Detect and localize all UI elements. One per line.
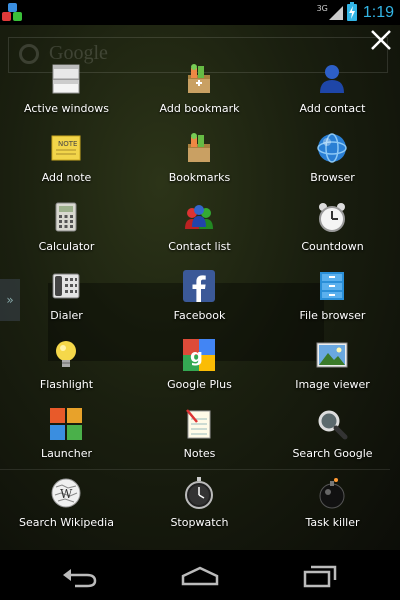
app-image-viewer[interactable]: Image viewer xyxy=(266,335,399,404)
app-add-bookmark[interactable]: Add bookmark xyxy=(133,59,266,128)
notepad-icon xyxy=(186,409,211,439)
windows-icon xyxy=(52,64,80,94)
app-label: Google Plus xyxy=(167,378,232,391)
google-plus-icon: g xyxy=(183,339,215,371)
app-grid: Active windows Add bookmark Add contact xyxy=(0,25,400,550)
app-flashlight[interactable]: Flashlight xyxy=(0,335,133,404)
network-type-label: 3G xyxy=(316,4,328,13)
app-label: Notes xyxy=(183,447,216,460)
signal-icon xyxy=(328,5,343,20)
app-label: Contact list xyxy=(168,240,231,253)
magnifier-icon xyxy=(318,410,348,440)
app-active-windows[interactable]: Active windows xyxy=(0,59,133,128)
app-label: Search Google xyxy=(292,447,373,460)
app-contact-list[interactable]: Contact list xyxy=(133,197,266,266)
app-countdown[interactable]: Countdown xyxy=(266,197,399,266)
app-file-browser[interactable]: File browser xyxy=(266,266,399,335)
app-dialer[interactable]: Dialer xyxy=(0,266,133,335)
app-add-contact[interactable]: Add contact xyxy=(266,59,399,128)
app-search-wikipedia[interactable]: W Search Wikipedia xyxy=(0,473,133,542)
app-notes[interactable]: Notes xyxy=(133,404,266,473)
globe-icon xyxy=(317,133,347,163)
app-label: Active windows xyxy=(24,102,109,115)
svg-text:NOTE: NOTE xyxy=(58,140,77,148)
app-label: Dialer xyxy=(50,309,83,322)
app-facebook[interactable]: Facebook xyxy=(133,266,266,335)
contacts-icon xyxy=(185,205,213,229)
back-button[interactable] xyxy=(55,558,105,592)
app-bookmarks[interactable]: Bookmarks xyxy=(133,128,266,197)
app-label: Countdown xyxy=(301,240,364,253)
app-label: Calculator xyxy=(38,240,95,253)
facebook-icon xyxy=(183,270,215,302)
app-label: Browser xyxy=(310,171,355,184)
app-calculator[interactable]: Calculator xyxy=(0,197,133,266)
app-label: Flashlight xyxy=(39,378,94,391)
app-task-killer[interactable]: Task killer xyxy=(266,473,399,542)
wikipedia-icon: W xyxy=(51,478,81,508)
app-label: Search Wikipedia xyxy=(19,516,114,529)
app-add-note[interactable]: NOTE Add note xyxy=(0,128,133,197)
file-cabinet-icon xyxy=(320,272,344,300)
app-picker-overlay: Google » Active windows Add bookmark Add… xyxy=(0,25,400,550)
add-bookmark-icon xyxy=(188,64,210,93)
bomb-icon xyxy=(319,478,345,509)
launcher-icon xyxy=(50,408,82,440)
status-time: 1:19 xyxy=(362,3,394,21)
recent-apps-button[interactable] xyxy=(295,558,345,592)
app-label: Facebook xyxy=(173,309,226,322)
navigation-bar xyxy=(0,550,400,600)
app-label: Stopwatch xyxy=(170,516,229,529)
alarm-clock-icon xyxy=(319,203,345,232)
status-bar: 3G 1:19 xyxy=(0,0,400,25)
bookmarks-icon xyxy=(188,133,210,162)
svg-text:W: W xyxy=(60,487,73,501)
app-label: File browser xyxy=(299,309,366,322)
note-icon: NOTE xyxy=(51,135,81,161)
app-launcher[interactable]: Launcher xyxy=(0,404,133,473)
app-browser[interactable]: Browser xyxy=(266,128,399,197)
app-search-google[interactable]: Search Google xyxy=(266,404,399,473)
phone-icon xyxy=(52,273,80,299)
app-label: Add bookmark xyxy=(159,102,240,115)
app-google-plus[interactable]: g Google Plus xyxy=(133,335,266,404)
app-notification-icon xyxy=(2,3,24,23)
app-stopwatch[interactable]: Stopwatch xyxy=(133,473,266,542)
app-label: Add contact xyxy=(299,102,366,115)
app-label: Task killer xyxy=(305,516,360,529)
image-icon xyxy=(316,342,348,368)
app-label: Launcher xyxy=(40,447,93,460)
home-button[interactable] xyxy=(175,558,225,592)
calculator-icon xyxy=(55,202,77,232)
add-contact-icon xyxy=(320,65,344,93)
app-label: Image viewer xyxy=(295,378,370,391)
lightbulb-icon xyxy=(56,341,76,367)
stopwatch-icon xyxy=(185,477,213,509)
app-label: Add note xyxy=(41,171,92,184)
app-label: Bookmarks xyxy=(168,171,231,184)
battery-icon xyxy=(346,2,357,21)
svg-text:g: g xyxy=(190,346,203,367)
